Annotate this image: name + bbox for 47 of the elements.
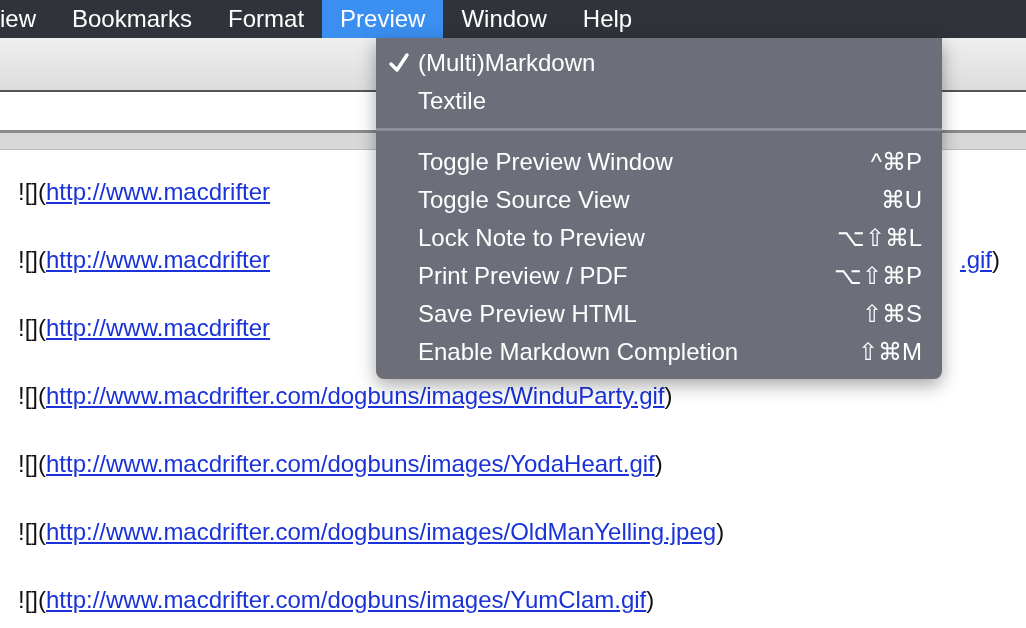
keyboard-shortcut: ⌘U: [880, 186, 922, 214]
url-link[interactable]: http://www.macdrifter: [46, 178, 271, 206]
url-link[interactable]: http://www.macdrifter.com/dogbuns/images/OldManYelling.jpeg: [46, 518, 717, 546]
keyboard-shortcut: ⇧⌘M: [858, 338, 922, 366]
menu-item-label: Print Preview / PDF: [418, 262, 628, 290]
menu-item-label: Save Preview HTML: [418, 300, 637, 328]
markdown-text: ): [664, 382, 673, 410]
menu-item[interactable]: Toggle Source View ⌘U: [376, 181, 942, 219]
markdown-text: ![](: [18, 450, 46, 478]
menu-bar-item[interactable]: Help: [564, 0, 651, 38]
markdown-text: ![](: [18, 518, 46, 546]
menu-item[interactable]: Save Preview HTML ⇧⌘S: [376, 295, 942, 333]
keyboard-shortcut: ⇧⌘S: [862, 300, 922, 328]
menu-item-label: Textile: [418, 87, 487, 115]
menu-item-label: Toggle Preview Window: [418, 148, 673, 176]
markdown-text: ![](: [18, 382, 46, 410]
menu-item[interactable]: Toggle Preview Window ^⌘P: [376, 143, 942, 181]
url-link[interactable]: http://www.macdrifter: [46, 246, 271, 274]
url-link[interactable]: .gif: [960, 246, 992, 274]
url-link[interactable]: http://www.macdrifter.com/dogbuns/images/YumClam.gif: [46, 586, 647, 614]
menu-bar-item[interactable]: Format: [210, 0, 323, 38]
menu-item[interactable]: Textile: [376, 82, 942, 120]
menu-bar-item[interactable]: Window: [443, 0, 565, 38]
markdown-text: ): [646, 586, 655, 614]
url-link[interactable]: http://www.macdrifter.com/dogbuns/images/YodaHeart.gif: [46, 450, 655, 478]
menu-item[interactable]: Print Preview / PDF ⌥⇧⌘P: [376, 257, 942, 295]
markdown-text: ![](: [18, 314, 46, 342]
markdown-text: ![](: [18, 178, 46, 206]
menu-item-label: Lock Note to Preview: [418, 224, 645, 252]
keyboard-shortcut: ⌥⇧⌘P: [834, 262, 922, 290]
markdown-text: ): [716, 518, 725, 546]
url-link[interactable]: http://www.macdrifter: [46, 314, 271, 342]
markdown-text: ![](: [18, 246, 46, 274]
menu-item-label: (Multi)Markdown: [418, 49, 596, 77]
menu-bar-item[interactable]: Bookmarks: [54, 0, 211, 38]
keyboard-shortcut: ⌥⇧⌘L: [836, 224, 922, 252]
menu-item[interactable]: Enable Markdown Completion ⇧⌘M: [376, 333, 942, 371]
menu-item[interactable]: (Multi)Markdown: [376, 44, 942, 82]
keyboard-shortcut: ^⌘P: [870, 148, 922, 176]
markdown-text: ): [654, 450, 663, 478]
menu-bar-item[interactable]: iew: [0, 0, 54, 38]
menu-item-label: Enable Markdown Completion: [418, 338, 739, 366]
markdown-text: ): [992, 246, 1000, 274]
menu-item[interactable]: Lock Note to Preview ⌥⇧⌘L: [376, 219, 942, 257]
url-link[interactable]: http://www.macdrifter.com/dogbuns/images/WinduParty.gif: [46, 382, 665, 410]
markdown-text: ![](: [18, 586, 46, 614]
menu-item-label: Toggle Source View: [418, 186, 630, 214]
